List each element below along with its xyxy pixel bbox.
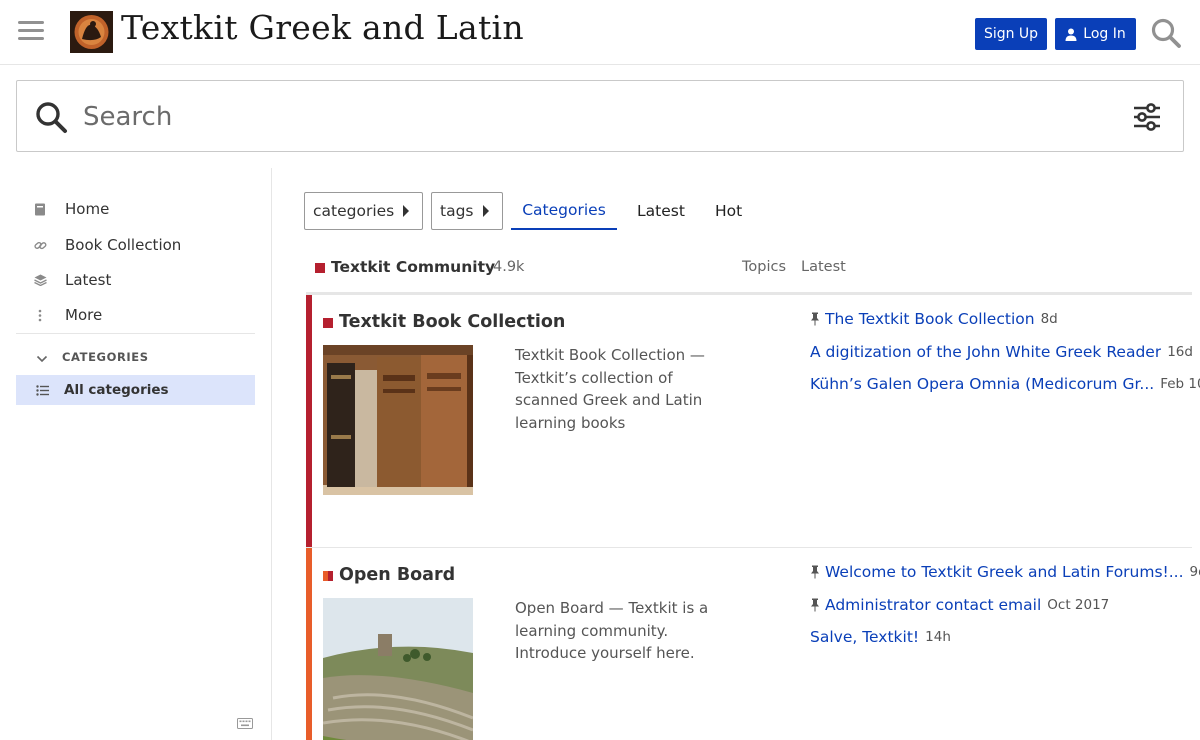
sidebar-categories-heading: CATEGORIES bbox=[62, 350, 149, 364]
latest-topic-item: Salve, Textkit! 14h bbox=[810, 626, 951, 648]
book-icon bbox=[34, 203, 56, 216]
tab-hot[interactable]: Hot bbox=[715, 192, 742, 230]
category-group-header: Textkit Community 4.9k Topics Latest bbox=[306, 254, 1192, 282]
category-color-badge bbox=[323, 318, 333, 328]
categories-dropdown[interactable]: categories bbox=[304, 192, 423, 230]
category-color-badge bbox=[323, 571, 333, 581]
sidebar-item-book-collection[interactable]: Book Collection bbox=[16, 229, 255, 261]
sidebar-item-more[interactable]: More bbox=[16, 299, 255, 331]
topic-link[interactable]: The Textkit Book Collection bbox=[825, 310, 1035, 328]
chevron-down-icon bbox=[36, 348, 50, 367]
keyboard-shortcuts-icon[interactable] bbox=[237, 714, 253, 729]
caret-right-icon bbox=[482, 205, 489, 217]
category-group-title[interactable]: Textkit Community bbox=[331, 258, 495, 276]
search-input[interactable] bbox=[83, 95, 1083, 139]
topic-link[interactable]: A digitization of the John White Greek R… bbox=[810, 343, 1161, 361]
latest-topic-item: The Textkit Book Collection 8d bbox=[810, 308, 1058, 330]
topic-link[interactable]: Salve, Textkit! bbox=[810, 628, 919, 646]
layers-icon bbox=[34, 274, 56, 286]
sidebar-item-label: Book Collection bbox=[65, 236, 182, 254]
pin-icon bbox=[811, 598, 819, 612]
latest-topic-item: A digitization of the John White Greek R… bbox=[810, 341, 1193, 363]
category-row: Open Board Open Board — Textkit is a lea… bbox=[306, 548, 1200, 740]
ellipsis-vertical-icon bbox=[34, 309, 56, 322]
list-icon bbox=[36, 381, 50, 400]
topic-link[interactable]: Kühn’s Galen Opera Omnia (Medicorum Gr..… bbox=[810, 375, 1154, 393]
tags-dropdown-label: tags bbox=[440, 202, 474, 220]
search-bar bbox=[16, 80, 1184, 152]
sidebar-item-label: Latest bbox=[65, 271, 112, 289]
category-thumbnail-books[interactable] bbox=[323, 345, 473, 495]
category-row: Textkit Book Collection Textkit Book Col… bbox=[306, 295, 1200, 547]
column-header-latest: Latest bbox=[801, 259, 846, 275]
category-color-bar bbox=[306, 548, 312, 740]
sign-up-button[interactable]: Sign Up bbox=[975, 18, 1047, 50]
category-description: Textkit Book Collection — Textkit’s coll… bbox=[515, 346, 705, 432]
sidebar-item-home[interactable]: Home bbox=[16, 193, 255, 225]
category-group-count: 4.9k bbox=[493, 259, 525, 275]
pin-icon bbox=[811, 565, 819, 579]
log-in-button[interactable]: Log In bbox=[1055, 18, 1136, 50]
site-header: Textkit Greek and Latin Sign Up Log In bbox=[0, 0, 1200, 65]
sidebar-divider bbox=[16, 333, 255, 334]
category-title[interactable]: Textkit Book Collection bbox=[339, 312, 565, 332]
sidebar-item-all-categories[interactable]: All categories bbox=[16, 375, 255, 405]
sidebar-item-label: All categories bbox=[64, 382, 169, 398]
site-logo[interactable] bbox=[70, 11, 113, 53]
latest-topic-item: Welcome to Textkit Greek and Latin Forum… bbox=[810, 561, 1200, 583]
topic-link[interactable]: Welcome to Textkit Greek and Latin Forum… bbox=[825, 563, 1184, 581]
sidebar-item-latest[interactable]: Latest bbox=[16, 264, 255, 296]
category-color-bar bbox=[306, 295, 312, 547]
topic-age: 8d bbox=[1040, 311, 1058, 327]
topic-age: Feb 10 bbox=[1160, 376, 1200, 392]
caret-right-icon bbox=[403, 205, 410, 217]
pin-icon bbox=[811, 312, 819, 326]
tags-dropdown[interactable]: tags bbox=[431, 192, 503, 230]
category-color-badge bbox=[315, 263, 325, 273]
categories-dropdown-label: categories bbox=[313, 202, 395, 220]
tab-categories[interactable]: Categories bbox=[511, 192, 617, 230]
search-icon[interactable] bbox=[1150, 17, 1182, 49]
user-icon bbox=[1065, 28, 1077, 41]
search-icon bbox=[34, 100, 68, 134]
tab-latest[interactable]: Latest bbox=[637, 192, 685, 230]
latest-topic-item: Administrator contact email Oct 2017 bbox=[810, 594, 1109, 616]
link-icon bbox=[34, 239, 56, 252]
site-title[interactable]: Textkit Greek and Latin bbox=[121, 8, 524, 47]
topic-age: 16d bbox=[1167, 344, 1193, 360]
column-header-topics: Topics bbox=[742, 259, 787, 275]
topic-age: 9d bbox=[1189, 564, 1200, 580]
advanced-search-filter-icon[interactable] bbox=[1131, 101, 1163, 133]
sidebar-categories-toggle[interactable]: CATEGORIES bbox=[16, 346, 255, 368]
latest-topic-item: Kühn’s Galen Opera Omnia (Medicorum Gr..… bbox=[810, 373, 1200, 395]
category-thumbnail-amphitheater[interactable] bbox=[323, 598, 473, 740]
topic-age: Oct 2017 bbox=[1047, 597, 1110, 613]
sidebar-item-label: Home bbox=[65, 200, 110, 218]
category-description: Open Board — Textkit is a learning commu… bbox=[515, 599, 709, 662]
sidebar: Home Book Collection Latest More CATEGOR… bbox=[0, 168, 272, 740]
log-in-label: Log In bbox=[1083, 26, 1126, 42]
sidebar-item-label: More bbox=[65, 306, 103, 324]
category-title[interactable]: Open Board bbox=[339, 565, 455, 585]
topic-link[interactable]: Administrator contact email bbox=[825, 596, 1041, 614]
hamburger-menu-icon[interactable] bbox=[18, 18, 46, 44]
topic-age: 14h bbox=[925, 629, 951, 645]
